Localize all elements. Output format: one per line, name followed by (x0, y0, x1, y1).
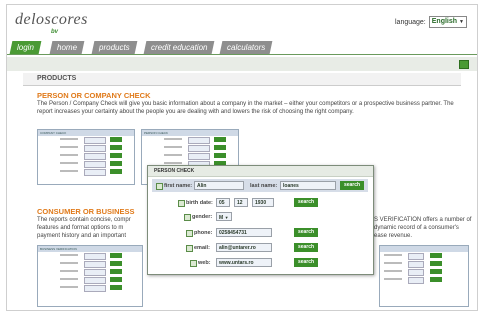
tab-login[interactable]: login (9, 41, 42, 54)
checkbox[interactable] (190, 260, 197, 267)
language-label: language: (395, 18, 426, 26)
tab-credit-education[interactable]: credit education (143, 41, 215, 54)
checkbox[interactable] (184, 214, 191, 221)
web-row: web: www.untars.ro search (148, 257, 373, 269)
tab-products[interactable]: products (91, 41, 138, 54)
chevron-down-icon: ▼ (459, 19, 464, 25)
nav-divider (7, 54, 477, 55)
last-name-input[interactable]: Ioanes (280, 181, 336, 190)
popup-title: PERSON CHECK (148, 166, 373, 177)
logo-subtext: bv (51, 29, 59, 35)
search-phone-button[interactable]: search (294, 228, 318, 237)
gender-select[interactable]: M ▼ (216, 212, 232, 221)
gender-label: gender: (192, 214, 213, 220)
birth-month-input[interactable]: 12 (234, 198, 248, 207)
phone-input[interactable]: 0258454731 (216, 228, 272, 237)
web-input[interactable]: www.untars.ro (216, 258, 272, 267)
person-check-heading: PERSON OR COMPANY CHECK (37, 91, 151, 100)
email-label: email: (194, 245, 210, 251)
birth-date-row: birth date: 05 12 1930 search (148, 197, 373, 209)
language-select[interactable]: English ▼ (428, 16, 467, 28)
birth-date-label: birth date: (186, 200, 213, 206)
person-check-text: The Person / Company Check will give you… (37, 101, 454, 115)
page-frame: deloscores bv language: English ▼ login … (6, 4, 478, 311)
logo-text: deloscores (15, 11, 88, 28)
email-input[interactable]: alin@untarer.ro (216, 243, 272, 252)
tab-home[interactable]: home (49, 41, 85, 54)
first-name-label: first name: (164, 183, 193, 189)
first-name-input[interactable]: Alin (194, 181, 244, 190)
email-row: email: alin@untarer.ro search (148, 242, 373, 254)
checkbox[interactable] (156, 183, 163, 190)
tab-calculators[interactable]: calculators (219, 41, 273, 54)
consumer-text-left: The reports contain concise, compr featu… (37, 217, 131, 239)
search-web-button[interactable]: search (294, 258, 318, 267)
web-label: web: (198, 260, 211, 266)
chevron-down-icon: ▼ (224, 215, 229, 220)
print-icon[interactable] (459, 60, 469, 69)
consumer-text-right: S VERIFICATION offers a number of dynami… (374, 217, 472, 239)
last-name-label: last name: (250, 183, 278, 189)
page-title: PRODUCTS (23, 73, 461, 86)
search-name-button[interactable]: search (340, 181, 364, 190)
birth-year-input[interactable]: 1930 (252, 198, 274, 207)
language-value: English (431, 18, 458, 25)
consumer-verification-preview (379, 245, 469, 307)
search-birth-button[interactable]: search (294, 198, 318, 207)
checkbox[interactable] (186, 245, 193, 252)
logo[interactable]: deloscores bv (15, 11, 88, 35)
language-selector: language: English ▼ (395, 16, 467, 28)
phone-label: phone: (194, 230, 213, 236)
company-check-preview: COMPANY CHECK (37, 129, 135, 185)
person-check-popup: PERSON CHECK first name: Alin last name:… (147, 165, 374, 275)
consumer-heading: CONSUMER OR BUSINESS (37, 207, 135, 216)
business-verification-preview: BUSINESS VERIFICATION (37, 245, 143, 307)
name-row: first name: Alin last name: Ioanes searc… (148, 180, 373, 192)
main-nav: login home products credit education cal… (7, 39, 477, 55)
gender-row: gender: M ▼ (148, 211, 373, 223)
subheader-bar (7, 57, 477, 71)
checkbox[interactable] (178, 200, 185, 207)
birth-day-input[interactable]: 05 (216, 198, 230, 207)
phone-row: phone: 0258454731 search (148, 227, 373, 239)
checkbox[interactable] (186, 230, 193, 237)
search-email-button[interactable]: search (294, 243, 318, 252)
